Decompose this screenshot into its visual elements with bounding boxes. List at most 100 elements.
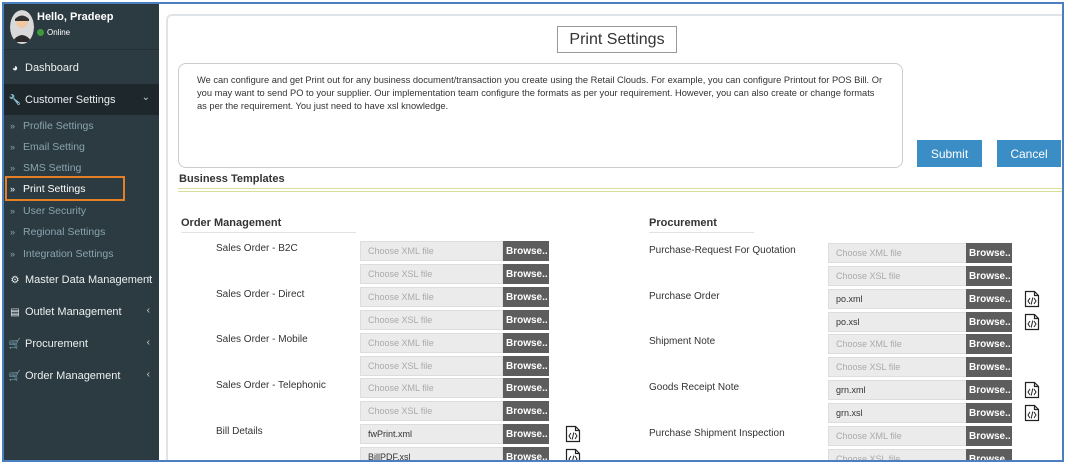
xml-file-input[interactable]: Choose XML file [360, 241, 503, 261]
divider [649, 232, 754, 233]
browse-button[interactable]: Browse.. [966, 266, 1012, 286]
divider [178, 188, 1062, 189]
xsl-file-input[interactable]: Choose XSL file [360, 310, 503, 330]
online-dot-icon [37, 29, 44, 36]
app-window: Hello, Pradeep Online ◕ Dashboard 🔧 Custom… [2, 2, 1064, 462]
browse-button[interactable]: Browse.. [503, 356, 549, 376]
browse-button[interactable]: Browse.. [966, 334, 1012, 354]
template-label: Sales Order - B2C [216, 243, 298, 254]
double-chevron-icon: » [10, 120, 16, 131]
template-label: Sales Order - Mobile [216, 334, 308, 345]
template-label: Bill Details [216, 426, 263, 437]
xsl-file-input[interactable]: po.xsl [828, 312, 971, 332]
xsl-file-input[interactable]: Choose XSL file [360, 356, 503, 376]
cart-icon: 🛒 [8, 338, 22, 350]
divider [178, 191, 1062, 192]
xsl-file-input[interactable]: Choose XSL file [360, 401, 503, 421]
browse-button[interactable]: Browse.. [966, 403, 1012, 423]
order-management-heading: Order Management [181, 217, 282, 229]
submenu-item-email-setting[interactable]: » Email Setting [4, 136, 159, 157]
xml-file-input[interactable]: Choose XML file [828, 426, 971, 446]
user-status: Online [37, 28, 70, 37]
xsl-file-icon[interactable] [1024, 404, 1040, 422]
template-label: Goods Receipt Note [649, 382, 740, 393]
xsl-file-input[interactable]: Choose XSL file [828, 357, 971, 377]
sidebar-item-order-management[interactable]: 🛒 Order Management ‹ [4, 361, 159, 391]
browse-button[interactable]: Browse.. [966, 357, 1012, 377]
browse-button[interactable]: Browse.. [503, 287, 549, 307]
chevron-left-icon: ‹ [146, 369, 150, 380]
xsl-file-input[interactable]: BillPDF.xsl [360, 447, 503, 460]
xml-file-icon[interactable] [565, 425, 581, 443]
submit-button[interactable]: Submit [917, 140, 982, 167]
browse-button[interactable]: Browse.. [503, 447, 549, 460]
double-chevron-icon: » [10, 141, 16, 152]
double-chevron-icon: » [10, 226, 16, 237]
xsl-file-input[interactable]: Choose XSL file [360, 264, 503, 284]
template-label: Sales Order - Direct [216, 289, 305, 300]
sidebar-item-outlet-management[interactable]: ▤ Outlet Management ‹ [4, 297, 159, 327]
browse-button[interactable]: Browse.. [503, 378, 549, 398]
store-icon: ▤ [10, 306, 20, 318]
xml-file-input[interactable]: po.xml [828, 289, 971, 309]
xml-file-icon[interactable] [1024, 381, 1040, 399]
submenu-item-regional-settings[interactable]: » Regional Settings [4, 221, 159, 242]
chevron-down-icon: ⌄ [141, 92, 150, 103]
sidebar: Hello, Pradeep Online ◕ Dashboard 🔧 Custom… [4, 4, 159, 460]
xsl-file-icon[interactable] [565, 448, 581, 460]
browse-button[interactable]: Browse.. [503, 424, 549, 444]
main-panel: Print Settings We can configure and get … [166, 14, 1062, 460]
xsl-file-input[interactable]: Choose XSL file [828, 266, 971, 286]
browse-button[interactable]: Browse.. [966, 426, 1012, 446]
dashboard-icon: ◕ [11, 62, 19, 74]
template-label: Sales Order - Telephonic [216, 380, 326, 391]
chevron-left-icon: ‹ [146, 273, 150, 284]
procurement-heading: Procurement [649, 217, 717, 229]
template-label: Shipment Note [649, 336, 716, 347]
submenu-item-profile-settings[interactable]: » Profile Settings [4, 115, 159, 136]
submenu-item-integration-settings[interactable]: » Integration Settings [4, 243, 159, 264]
xsl-file-input[interactable]: grn.xsl [828, 403, 971, 423]
browse-button[interactable]: Browse.. [503, 241, 549, 261]
browse-button[interactable]: Browse.. [503, 264, 549, 284]
xml-file-input[interactable]: Choose XML file [828, 334, 971, 354]
chevron-left-icon: ‹ [146, 337, 150, 348]
xml-file-input[interactable]: Choose XML file [360, 378, 503, 398]
gear-icon: ⚙ [10, 274, 20, 286]
sidebar-item-master-data-management[interactable]: ⚙ Master Data Management ‹ [4, 265, 159, 295]
page-title: Print Settings [557, 26, 677, 53]
browse-button[interactable]: Browse.. [966, 243, 1012, 263]
xml-file-input[interactable]: Choose XML file [828, 243, 971, 263]
xsl-file-input[interactable]: Choose XSL file [828, 449, 971, 460]
xml-file-input[interactable]: fwPrint.xml [360, 424, 503, 444]
xsl-file-icon[interactable] [1024, 313, 1040, 331]
active-item-highlight [5, 176, 125, 201]
template-label: Purchase Shipment Inspection [649, 428, 785, 439]
browse-button[interactable]: Browse.. [966, 289, 1012, 309]
cancel-button[interactable]: Cancel [997, 140, 1061, 167]
browse-button[interactable]: Browse.. [503, 310, 549, 330]
double-chevron-icon: » [10, 162, 16, 173]
browse-button[interactable]: Browse.. [966, 312, 1012, 332]
business-templates-heading: Business Templates [179, 173, 285, 185]
sidebar-item-dashboard[interactable]: ◕ Dashboard [4, 53, 159, 83]
submenu-item-user-security[interactable]: » User Security [4, 200, 159, 221]
avatar [10, 10, 34, 44]
browse-button[interactable]: Browse.. [503, 333, 549, 353]
sidebar-item-customer-settings[interactable]: 🔧 Customer Settings ⌄ [4, 84, 159, 116]
cart-icon: 🛒 [8, 370, 22, 382]
template-label: Purchase-Request For Quotation [649, 245, 796, 256]
xml-file-input[interactable]: grn.xml [828, 380, 971, 400]
submenu-item-sms-setting[interactable]: » SMS Setting [4, 157, 159, 178]
template-label: Purchase Order [649, 291, 720, 302]
wrench-icon: 🔧 [8, 94, 22, 106]
xml-file-input[interactable]: Choose XML file [360, 333, 503, 353]
browse-button[interactable]: Browse.. [503, 401, 549, 421]
browse-button[interactable]: Browse.. [966, 380, 1012, 400]
sidebar-item-procurement[interactable]: 🛒 Procurement ‹ [4, 329, 159, 359]
xml-file-input[interactable]: Choose XML file [360, 287, 503, 307]
double-chevron-icon: » [10, 248, 16, 259]
browse-button[interactable]: Browse.. [966, 449, 1012, 460]
xml-file-icon[interactable] [1024, 290, 1040, 308]
description-text: We can configure and get Print out for a… [178, 63, 903, 168]
